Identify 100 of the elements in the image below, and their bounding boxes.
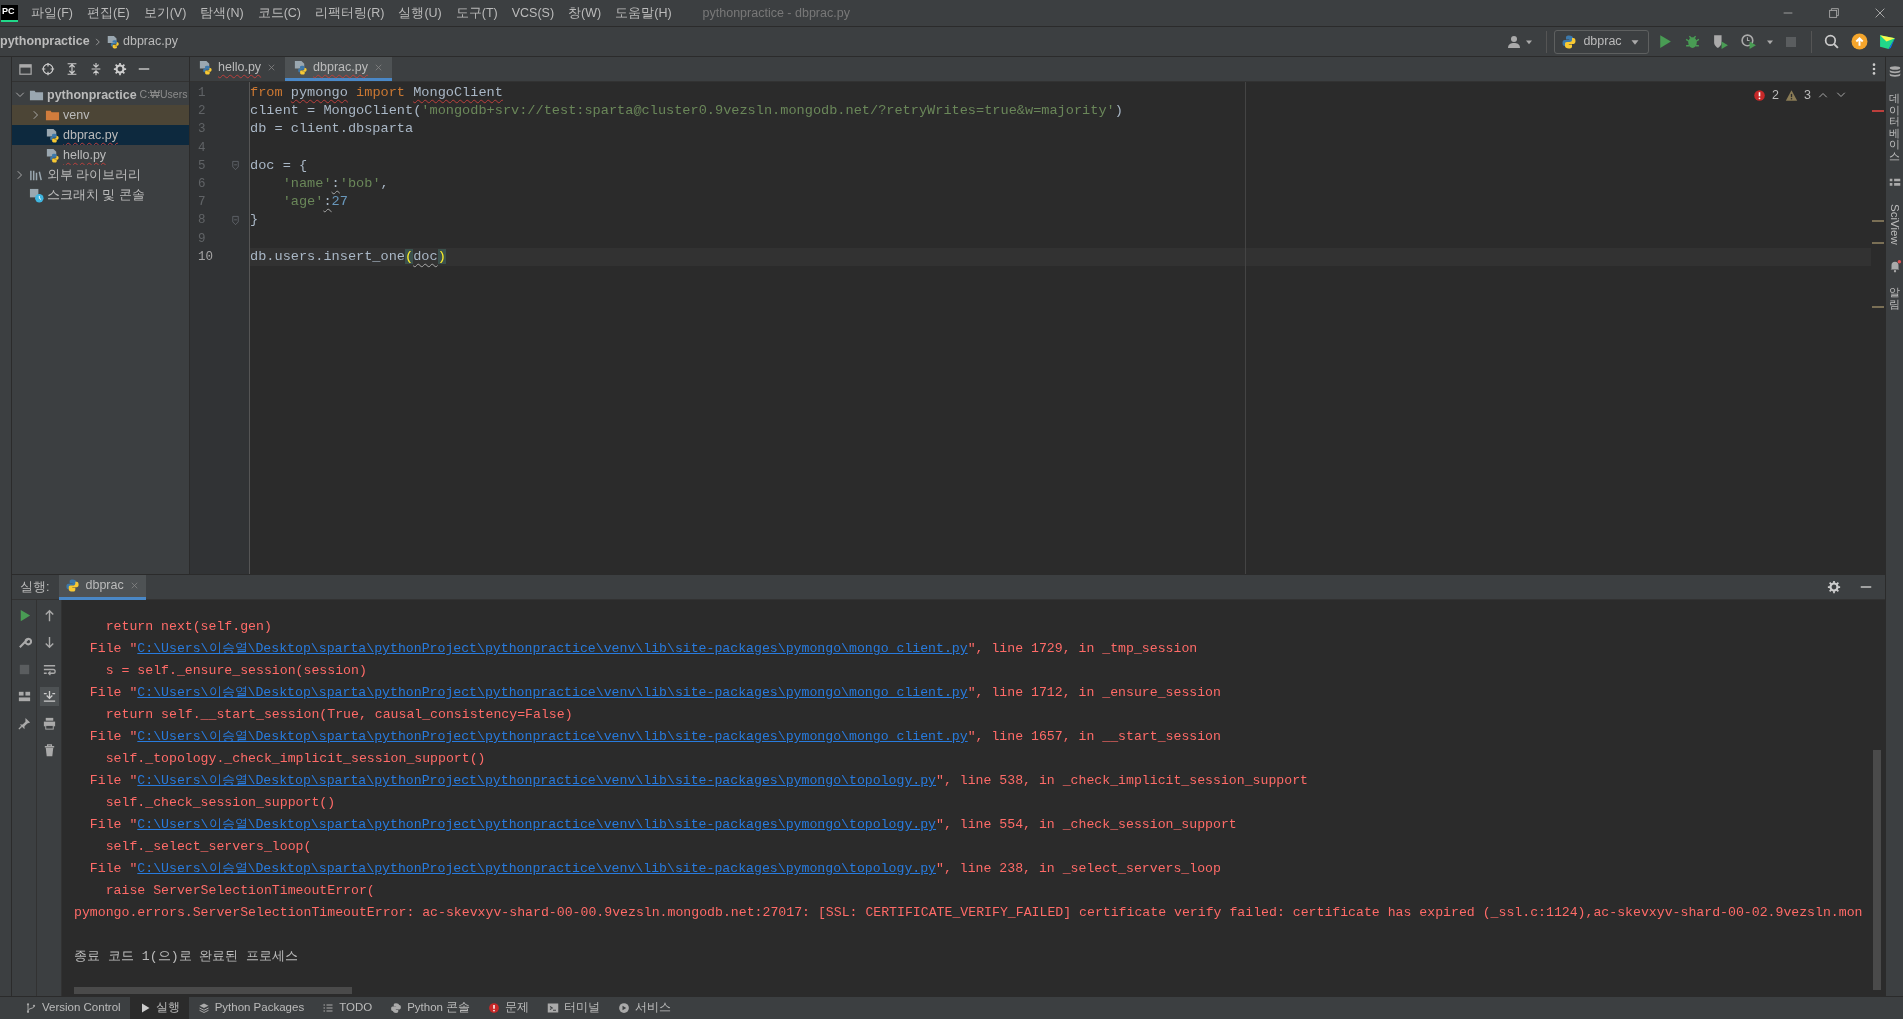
tree-label: 스크래치 및 콘솔 <box>47 186 145 204</box>
side-tool-button[interactable]: 데이터베이스 <box>1889 93 1900 163</box>
editor-tab[interactable]: dbprac.py <box>285 57 392 81</box>
side-tool-button[interactable]: 알림 <box>1889 287 1900 311</box>
tree-label: venv <box>63 106 90 124</box>
locate-icon <box>41 62 55 76</box>
run-tab[interactable]: dbprac <box>59 574 146 600</box>
tool-window-button[interactable]: Version Control <box>16 997 130 1019</box>
tree-item[interactable]: dbprac.py <box>12 125 189 146</box>
soft-wrap-icon <box>41 662 57 677</box>
menu-item[interactable]: 코드(C) <box>250 1 309 25</box>
file-link[interactable]: C:\Users\이승열\Desktop\sparta\pythonProject\pythonpractice\venv\lib\site-packages\pymongo\mongo_client.py <box>137 641 968 656</box>
breadcrumb-item[interactable]: dbprac.py <box>123 32 178 51</box>
console-line: 종료 코드 1(으)로 완료된 프로세스 <box>74 948 300 966</box>
python-file-icon <box>198 60 213 75</box>
menu-item[interactable]: 리팩터링(R) <box>308 1 392 25</box>
tree-item[interactable]: venv <box>12 105 189 126</box>
warning-stripe <box>1872 220 1884 222</box>
bug-icon <box>1683 33 1701 50</box>
file-link[interactable]: C:\Users\이승열\Desktop\sparta\pythonProject\pythonpractice\venv\lib\site-packages\pymongo\topology.py <box>137 773 937 788</box>
tree-item[interactable]: 스크래치 및 콘솔 <box>12 185 189 206</box>
tree-label: dbprac.py <box>63 126 118 144</box>
console-text: ", line 1712, in _ensure_session <box>967 685 1221 700</box>
scrollbar[interactable] <box>74 987 352 994</box>
tool-window-button[interactable]: Python Packages <box>188 997 314 1019</box>
menu-item[interactable]: 도구(T) <box>448 1 505 25</box>
scrollbar[interactable] <box>1873 750 1881 990</box>
error-icon <box>488 1002 501 1014</box>
console-line: raise ServerSelectionTimeoutError( <box>104 882 376 900</box>
tree-label: 외부 라이브러리 <box>47 166 142 184</box>
tool-window-button[interactable]: Python 콘솔 <box>381 997 480 1019</box>
error-icon <box>1753 88 1767 102</box>
menu-item[interactable]: 창(W) <box>561 1 609 25</box>
console-line: self._check_session_support() <box>104 794 337 812</box>
menu-item[interactable]: 편집(E) <box>79 1 137 25</box>
settings-icon <box>1827 580 1841 594</box>
tool-window-button[interactable]: TODO <box>313 997 382 1019</box>
code-line: doc = { <box>250 156 308 175</box>
python-file-icon <box>45 147 60 163</box>
tool-window-button[interactable]: 터미널 <box>538 997 610 1019</box>
code-line: 'name':'bob', <box>281 174 389 193</box>
console-line: return next(self.gen) <box>104 618 273 636</box>
scroll-to-end-icon <box>41 689 57 704</box>
code-line: db.users.insert_one(doc) <box>250 247 446 266</box>
console-line: self._select_servers_loop( <box>104 838 313 856</box>
warning-stripe <box>1872 306 1884 308</box>
menu-item[interactable]: 탐색(N) <box>193 1 251 25</box>
console-line: s = self._ensure_session(session) <box>104 662 368 680</box>
file-link[interactable]: C:\Users\이승열\Desktop\sparta\pythonProject\pythonpractice\venv\lib\site-packages\pymongo\topology.py <box>137 817 937 832</box>
side-tool-button[interactable]: SciView <box>1885 204 1903 245</box>
python-icon <box>1561 33 1578 50</box>
restore-icon <box>1827 6 1841 20</box>
collapse-all-icon <box>89 62 103 76</box>
editor-tab[interactable]: hello.py <box>190 57 286 81</box>
panel-label: 실행: <box>20 578 50 596</box>
window-title: pythonpractice - dbprac.py <box>702 4 850 22</box>
print-icon <box>41 716 57 731</box>
code-line: } <box>250 211 259 230</box>
search-icon <box>1822 33 1840 50</box>
tree-item[interactable]: 외부 라이브러리 <box>12 165 189 186</box>
console-text: ", line 238, in _select_servers_loop <box>936 861 1221 876</box>
expand-all-icon <box>65 62 79 76</box>
file-link[interactable]: C:\Users\이승열\Desktop\sparta\pythonProject\pythonpractice\venv\lib\site-packages\pymongo\topology.py <box>137 861 937 876</box>
settings-icon <box>113 62 127 76</box>
error-stripe <box>1872 110 1884 112</box>
profiler-icon <box>1740 33 1758 50</box>
menu-item[interactable]: 보기(V) <box>136 1 194 25</box>
pin-icon <box>16 716 32 731</box>
console-text: ", line 538, in _check_implicit_session_support <box>936 773 1308 788</box>
scratch-icon <box>29 187 44 203</box>
console-text: File " <box>88 773 138 788</box>
terminal-icon <box>547 1002 560 1014</box>
run-config-dropdown[interactable]: dbprac <box>1554 29 1649 54</box>
python-file-icon <box>45 127 60 143</box>
tree-item[interactable]: hello.py <box>12 145 189 166</box>
menu-item[interactable]: VCS(S) <box>504 1 562 25</box>
tool-window-button[interactable]: 서비스 <box>609 997 681 1019</box>
error-count: 2 <box>1772 87 1780 104</box>
console-text: ", line 554, in _check_session_support <box>936 817 1237 832</box>
breadcrumb-item[interactable]: pythonpractice <box>0 32 90 51</box>
code-line: db = client.dbsparta <box>250 120 414 139</box>
python-file-icon <box>105 34 120 49</box>
branch-icon <box>25 1002 37 1014</box>
tool-window-button[interactable]: 실행 <box>129 997 189 1019</box>
python-icon <box>390 1002 403 1014</box>
menu-item[interactable]: 실행(U) <box>391 1 449 25</box>
menu-item[interactable]: 파일(F) <box>24 1 80 25</box>
console-text: File " <box>88 817 138 832</box>
file-link[interactable]: C:\Users\이승열\Desktop\sparta\pythonProject\pythonpractice\venv\lib\site-packages\pymongo\mongo_client.py <box>137 729 968 744</box>
database-icon <box>1887 65 1902 79</box>
panel-icon <box>18 61 33 77</box>
console-text: File " <box>88 641 138 656</box>
tree-item[interactable]: pythonpractice C:₩Users <box>12 85 189 106</box>
tree-label: pythonpractice <box>47 86 137 104</box>
console-line: return self.__start_session(True, causal_consistency=False) <box>104 706 574 724</box>
menu-item[interactable]: 도움말(H) <box>608 1 679 25</box>
scroll-to-end-button[interactable] <box>39 687 59 706</box>
list-icon <box>322 1002 335 1014</box>
file-link[interactable]: C:\Users\이승열\Desktop\sparta\pythonProject\pythonpractice\venv\lib\site-packages\pymongo\mongo_client.py <box>137 685 968 700</box>
tool-window-button[interactable]: 문제 <box>479 997 539 1019</box>
